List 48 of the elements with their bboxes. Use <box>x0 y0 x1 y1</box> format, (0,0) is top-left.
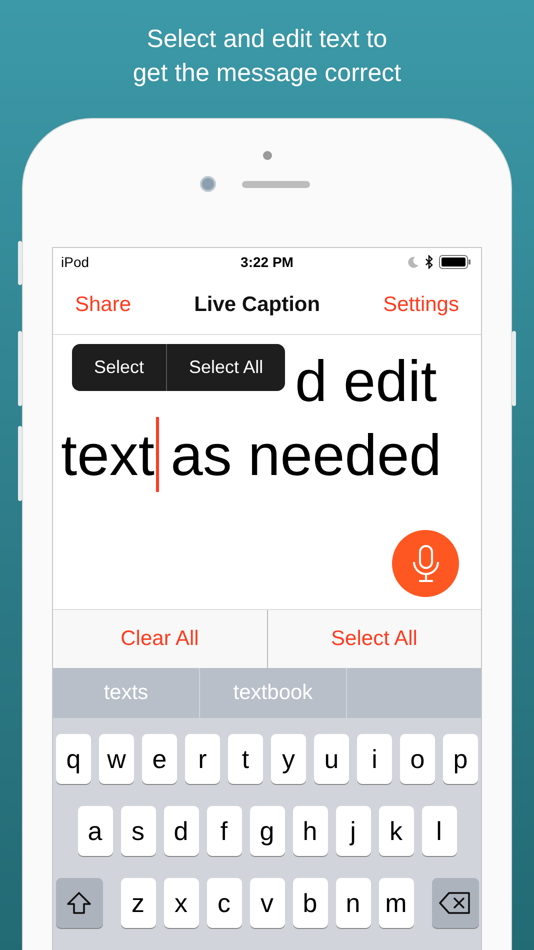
camera-icon <box>200 176 216 192</box>
keyboard-key[interactable]: x <box>164 878 198 928</box>
keyboard-key[interactable]: n <box>336 878 370 928</box>
keyboard-key[interactable]: t <box>228 734 263 784</box>
moon-icon <box>408 256 419 268</box>
keyboard-key[interactable]: c <box>206 878 242 928</box>
keyboard-key[interactable]: r <box>185 734 220 784</box>
shift-key[interactable] <box>56 878 102 928</box>
edit-menu-item[interactable]: Select <box>72 344 166 391</box>
caption-text[interactable]: text as needed <box>61 423 442 488</box>
status-time: 3:22 PM <box>240 254 294 270</box>
keyboard-key[interactable]: f <box>206 806 242 856</box>
shift-icon <box>66 891 92 915</box>
screen-title: Live Caption <box>194 293 320 317</box>
keyboard-key[interactable]: s <box>120 806 156 856</box>
speaker-icon <box>242 180 310 188</box>
keyboard-key[interactable]: p <box>443 734 478 784</box>
keyboard-key[interactable]: b <box>292 878 328 928</box>
share-link[interactable]: Share <box>75 293 132 317</box>
sensor-icon <box>263 151 272 160</box>
battery-icon <box>439 255 471 269</box>
keyboard-key[interactable]: z <box>120 878 156 928</box>
keyboard-key[interactable]: y <box>271 734 306 784</box>
keyboard-key[interactable]: m <box>378 878 414 928</box>
keyboard-key[interactable]: i <box>357 734 392 784</box>
keyboard-key[interactable]: j <box>336 806 370 856</box>
keyboard-key[interactable]: w <box>99 734 134 784</box>
caption-text[interactable]: d edit <box>295 349 437 414</box>
edit-menu-item[interactable]: Select All <box>166 344 286 391</box>
settings-link[interactable]: Settings <box>383 293 459 317</box>
headline: get the message correct <box>132 58 402 89</box>
microphone-icon <box>410 544 440 584</box>
keyboard-key[interactable]: a <box>78 806 112 856</box>
headline: Select and edit text to <box>146 24 388 55</box>
keyboard-key[interactable]: d <box>164 806 198 856</box>
keyboard-key[interactable]: e <box>142 734 177 784</box>
keyboard-key[interactable]: v <box>250 878 284 928</box>
keyboard-key[interactable]: k <box>378 806 414 856</box>
delete-icon <box>439 892 471 914</box>
keyboard-key[interactable]: g <box>250 806 284 856</box>
delete-key[interactable] <box>432 878 478 928</box>
keyboard-key[interactable]: u <box>314 734 349 784</box>
bluetooth-icon <box>425 255 433 269</box>
keyboard-key[interactable]: h <box>292 806 328 856</box>
keyboard-key[interactable]: q <box>56 734 91 784</box>
keyboard-key[interactable]: o <box>400 734 435 784</box>
keyboard-key[interactable]: l <box>422 806 456 856</box>
carrier-label: iPod <box>61 254 90 270</box>
